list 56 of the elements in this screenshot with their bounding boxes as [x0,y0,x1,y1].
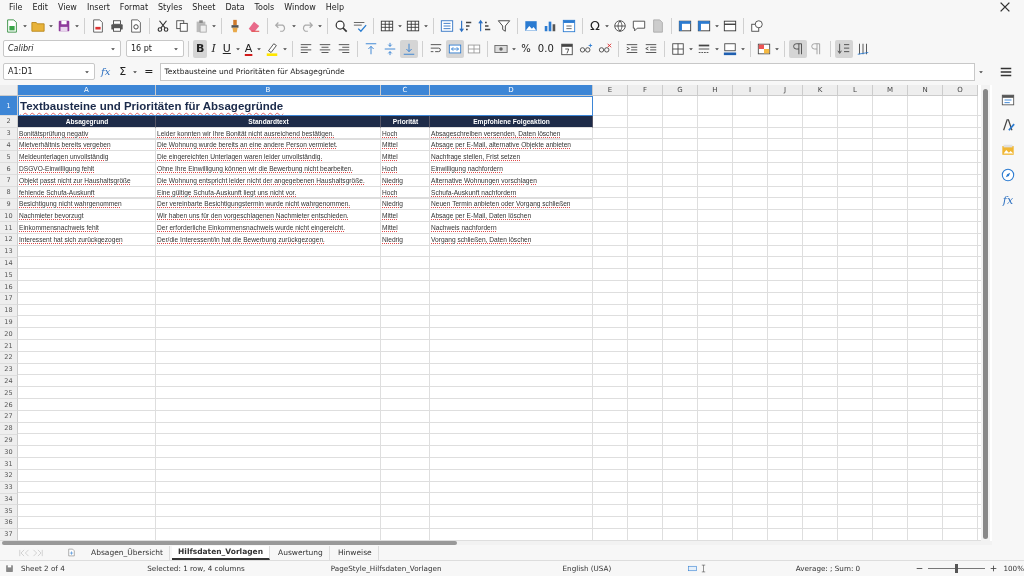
menu-item[interactable]: Help [320,2,350,12]
underline-button[interactable]: U [219,39,234,58]
font-name-field[interactable]: Calibri [3,40,121,57]
caret-icon[interactable] [397,22,403,29]
formula-button[interactable]: = [141,62,157,81]
special-character-button[interactable]: Ω [587,16,603,35]
caret-icon[interactable] [423,22,429,29]
menu-item[interactable]: Data [220,2,250,12]
caret-icon[interactable] [74,22,80,29]
caret-icon[interactable] [132,68,139,75]
navigator-icon[interactable] [999,166,1017,184]
function-wizard-button[interactable]: fx [98,62,114,81]
menu-item[interactable]: Sheet [187,2,221,12]
caret-icon[interactable] [713,22,720,29]
caret-icon[interactable] [603,22,610,29]
menu-item[interactable]: Insert [81,2,115,12]
caret-icon[interactable] [978,68,984,75]
left-to-right-icon[interactable] [788,39,807,58]
menu-item[interactable]: Tools [249,2,280,12]
font-color-button[interactable]: A [241,39,256,58]
caret-icon [173,45,179,52]
caret-icon[interactable] [234,45,241,52]
title-cell: Textbausteine und Prioritäten für Absagegründe [18,96,593,116]
caret-icon[interactable] [291,22,297,29]
number-format-button[interactable]: % [518,39,534,58]
bold-button[interactable]: B [193,39,208,58]
italic-button[interactable]: I [208,39,219,58]
horizontal-scrollbar[interactable] [0,541,992,545]
caret-icon[interactable] [317,22,323,29]
sum-button[interactable]: Σ [116,62,130,81]
caret-icon[interactable] [211,22,217,29]
menu-item[interactable]: Format [114,2,154,12]
vertical-scrollbar[interactable] [981,85,990,541]
caret-icon[interactable] [773,45,780,52]
caret-icon[interactable] [282,45,289,52]
functions-button[interactable]: fx [1000,191,1016,209]
caret-icon[interactable] [22,22,28,29]
caret-icon[interactable] [687,45,694,52]
menu-item[interactable]: View [52,2,82,12]
menu-item[interactable]: File [4,2,28,12]
merge-cells-icon[interactable] [446,39,465,58]
caret-icon [110,45,116,52]
caret-icon [84,68,90,75]
caret-icon[interactable] [739,45,746,52]
stacked-text-icon[interactable] [834,39,853,58]
menu-item[interactable]: Styles [153,2,188,12]
caret-icon[interactable] [713,45,720,52]
menu-item[interactable]: Edit [27,2,53,12]
name-box[interactable]: A1:D1 [3,63,95,80]
number-format-button[interactable]: 0.0 [534,39,557,58]
font-size-field[interactable]: 16 pt [126,40,184,57]
caret-icon[interactable] [511,45,518,52]
caret-icon[interactable] [256,45,263,52]
menu-item[interactable]: Window [279,2,321,12]
caret-icon[interactable] [48,22,54,29]
zoom-slider[interactable] [955,563,959,573]
